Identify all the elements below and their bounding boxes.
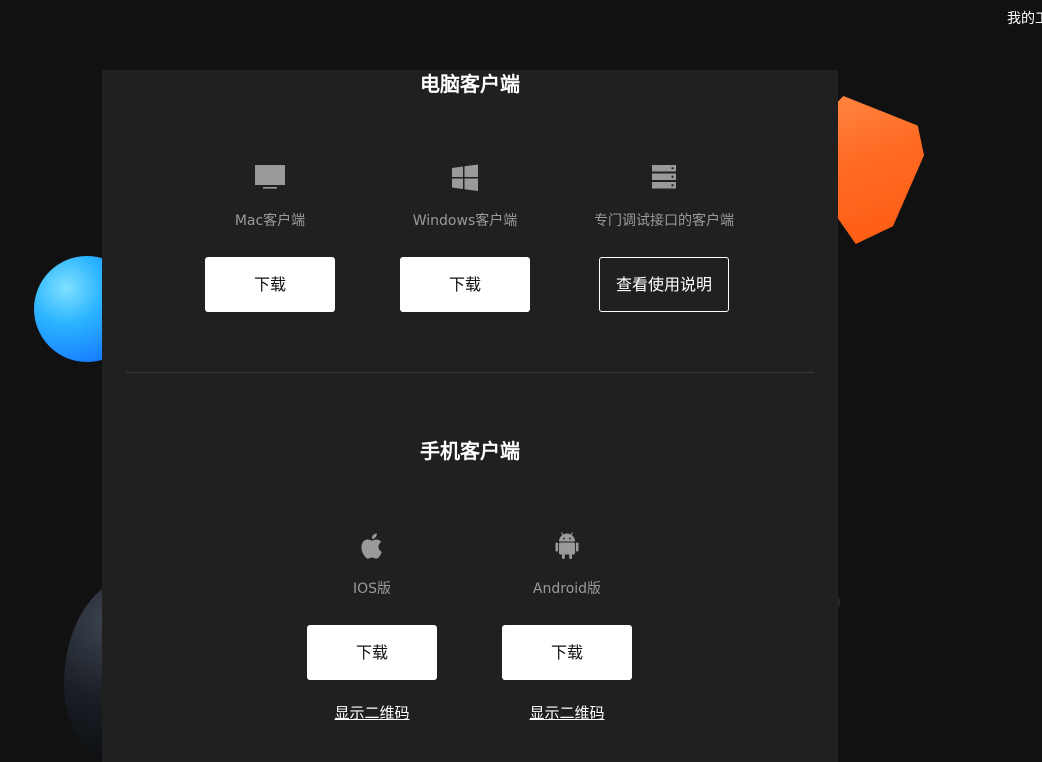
client-mac: Mac客户端 下载 — [170, 160, 370, 320]
client-android: Android版 下载 显示二维码 — [467, 528, 667, 728]
windows-icon — [447, 160, 483, 196]
windows-download-button[interactable]: 下载 — [400, 257, 530, 312]
account-link[interactable]: 我的工 — [1007, 10, 1042, 28]
server-icon — [646, 160, 682, 196]
client-label: 专门调试接口的客户端 — [594, 213, 734, 229]
android-show-qr-link[interactable]: 显示二维码 — [467, 703, 667, 723]
client-label: IOS版 — [352, 581, 392, 597]
ios-download-button[interactable]: 下载 — [307, 625, 437, 680]
client-label: Mac客户端 — [234, 213, 306, 229]
android-download-button[interactable]: 下载 — [502, 625, 632, 680]
view-instructions-button[interactable]: 查看使用说明 — [599, 257, 729, 312]
apple-icon — [354, 528, 390, 564]
section-divider — [126, 372, 814, 373]
download-panel: 电脑客户端 Mac客户端 下载 Windows客户端 下载 专门调试接口的客户端… — [102, 70, 838, 762]
client-label: Windows客户端 — [412, 213, 518, 229]
mobile-section-title: 手机客户端 — [420, 439, 520, 463]
page: 我的工 电脑客户端 Mac客户端 下载 W — [0, 0, 1042, 762]
client-debug: 专门调试接口的客户端 查看使用说明 — [564, 160, 764, 320]
client-label: Android版 — [532, 581, 602, 597]
desktop-section-title: 电脑客户端 — [420, 72, 520, 96]
client-windows: Windows客户端 下载 — [365, 160, 565, 320]
ios-show-qr-link[interactable]: 显示二维码 — [272, 703, 472, 723]
monitor-icon — [252, 160, 288, 196]
client-ios: IOS版 下载 显示二维码 — [272, 528, 472, 728]
mac-download-button[interactable]: 下载 — [205, 257, 335, 312]
android-icon — [549, 528, 585, 564]
